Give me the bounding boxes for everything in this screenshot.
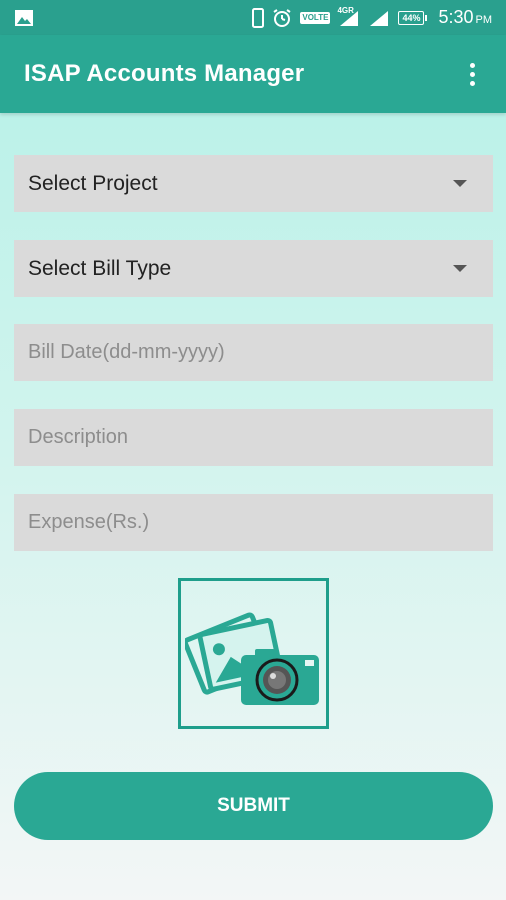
project-select-label: Select Project [28, 171, 158, 195]
app-bar: ISAP Accounts Manager [0, 35, 506, 113]
bill-date-field-container [14, 324, 493, 381]
camera-photos-icon [184, 611, 319, 705]
app-title: ISAP Accounts Manager [24, 60, 305, 87]
description-field-container [14, 409, 493, 466]
battery-indicator: 44% [398, 10, 428, 25]
expense-input[interactable] [28, 494, 479, 551]
bill-type-select-label: Select Bill Type [28, 256, 172, 280]
dropdown-arrow-icon [453, 180, 467, 187]
status-bar: VOLTE 4GR 44% 5:30 PM [0, 0, 506, 35]
network-type-label: 4GR [337, 5, 354, 15]
signal-4g-icon: 4GR [337, 5, 360, 27]
dot [469, 71, 475, 77]
phone-vibrate-icon [252, 7, 265, 28]
clock-suffix: PM [475, 14, 493, 26]
attach-photo-button[interactable] [178, 578, 329, 729]
project-select[interactable]: Select Project [14, 155, 493, 212]
expense-field-container [14, 494, 493, 551]
clock: 5:30 PM [438, 7, 492, 28]
status-right: VOLTE 4GR 44% 5:30 PM [252, 5, 492, 28]
volte-badge: VOLTE [300, 11, 331, 24]
status-left [14, 9, 34, 27]
dot [469, 62, 475, 68]
gallery-notification-icon [14, 9, 34, 27]
submit-button[interactable]: SUBMIT [14, 772, 493, 840]
description-input[interactable] [28, 409, 479, 466]
bill-type-select[interactable]: Select Bill Type [14, 240, 493, 297]
alarm-icon [272, 8, 292, 28]
bill-date-input[interactable] [28, 324, 479, 381]
more-vert-icon[interactable] [462, 59, 482, 89]
dot [469, 80, 475, 86]
signal-icon [368, 9, 390, 27]
dropdown-arrow-icon [453, 265, 467, 272]
clock-time: 5:30 [438, 7, 474, 27]
